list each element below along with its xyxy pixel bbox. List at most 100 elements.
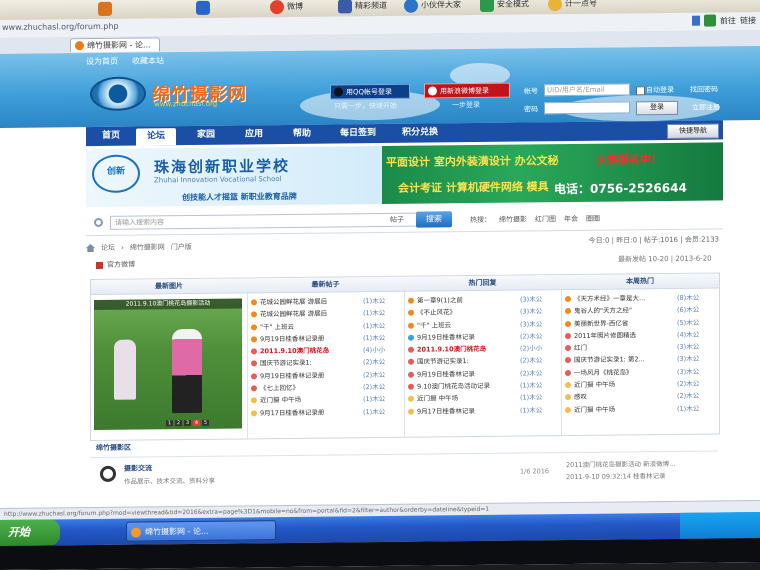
- list-item[interactable]: 国庆节游记实录1: (2)木公: [408, 355, 542, 368]
- post-author[interactable]: (8)木公: [677, 292, 699, 304]
- slide-dot[interactable]: 1: [166, 420, 173, 427]
- announcement[interactable]: 官方微博: [96, 260, 135, 270]
- toolbar-item[interactable]: 小伙伴大家: [404, 0, 461, 13]
- post-title[interactable]: 《天方术经》一章是大...: [574, 294, 645, 303]
- post-title[interactable]: 近门摄 中午场: [574, 405, 615, 413]
- list-item[interactable]: 《七上回忆》 (2)木公: [251, 382, 385, 395]
- post-author[interactable]: (2)木公: [520, 367, 542, 379]
- post-title[interactable]: 近门摄 中午场: [417, 395, 458, 403]
- post-author[interactable]: (2)木公: [363, 356, 385, 368]
- post-title[interactable]: 9月19日桂香林记录: [417, 370, 475, 379]
- nav-item-help[interactable]: 帮助: [282, 125, 322, 144]
- post-author[interactable]: (2)木公: [363, 369, 385, 381]
- post-author[interactable]: (1)木公: [363, 332, 385, 344]
- post-title[interactable]: 9月19日桂香林记录册: [260, 334, 324, 343]
- dropdown-icon[interactable]: [692, 15, 700, 26]
- username-input[interactable]: UID/用户名/Email: [544, 83, 630, 97]
- start-button[interactable]: 开始: [0, 519, 60, 546]
- breadcrumb-item[interactable]: 门户版: [171, 242, 192, 252]
- list-item[interactable]: 9月19日桂香林记录 (2)木公: [408, 368, 542, 381]
- toolbar-item[interactable]: [196, 0, 213, 15]
- quick-nav-button[interactable]: 快捷导航: [667, 123, 719, 140]
- slide-dot[interactable]: 5: [202, 419, 209, 426]
- post-author[interactable]: (2)木公: [520, 330, 542, 342]
- course-banner[interactable]: 平面设计 室内外装潢设计 办公文秘 会计考证 计算机硬件网络 模具 火热报名中！…: [382, 142, 723, 204]
- post-title[interactable]: 9月17日桂香林记录册: [260, 408, 324, 417]
- post-title[interactable]: 感叹: [574, 393, 587, 401]
- list-item[interactable]: "千" 上班云 (1)木公: [251, 320, 385, 333]
- list-item[interactable]: 一场风月《桃花岛》 (3)木公: [565, 366, 699, 379]
- tab-current[interactable]: 绵竹摄影网 - 论...: [70, 37, 160, 53]
- list-item[interactable]: 感叹 (2)木公: [565, 391, 699, 404]
- list-item[interactable]: 2011.9.10澳门桃花岛 (4)小小: [251, 345, 385, 358]
- list-item[interactable]: 9月17日桂香林记录册 (1)木公: [251, 406, 385, 419]
- toolbar-item[interactable]: 安全模式: [480, 0, 529, 12]
- post-author[interactable]: (1)木公: [363, 320, 385, 332]
- list-item[interactable]: 美丽新世界-西亿省 (5)木公: [565, 317, 699, 330]
- post-author[interactable]: (1)木公: [677, 402, 699, 414]
- add-favorite-link[interactable]: 收藏本站: [132, 55, 164, 66]
- post-title[interactable]: 红门: [574, 344, 587, 352]
- post-title[interactable]: 9月19日桂香林记录: [417, 333, 475, 342]
- post-title[interactable]: 近门摄 中午场: [574, 381, 615, 389]
- breadcrumb-item[interactable]: 绵竹摄影网: [130, 242, 165, 252]
- auto-login-checkbox[interactable]: [636, 86, 645, 96]
- list-item[interactable]: 花城公园鲜花展 游展后 (1)木公: [251, 296, 385, 309]
- taskbar-window[interactable]: 绵竹摄影网 - 论...: [126, 520, 276, 542]
- nav-item-home[interactable]: 首页: [94, 127, 128, 146]
- site-logo[interactable]: 绵竹摄影网 www.zhuchasl.org: [90, 75, 247, 112]
- list-item[interactable]: 9月17日桂香林记录 (1)木公: [408, 405, 542, 418]
- post-author[interactable]: (1)木公: [363, 307, 385, 319]
- list-item[interactable]: 国庆节游记实录1: 第2... (3)木公: [565, 354, 699, 367]
- post-title[interactable]: 9月19日桂香林记录册: [260, 371, 324, 380]
- post-author[interactable]: (4)木公: [677, 329, 699, 341]
- list-item[interactable]: 近门摄 中午场 (2)木公: [565, 378, 699, 391]
- post-title[interactable]: 2011.9.10澳门桃花岛: [260, 347, 329, 356]
- section-title[interactable]: 绵竹摄影区: [96, 443, 131, 453]
- go-icon[interactable]: [704, 14, 716, 27]
- post-title[interactable]: 国庆节游记实录1:: [260, 359, 312, 368]
- list-item[interactable]: "千" 上班云 (3)木公: [408, 318, 542, 331]
- nav-item-points[interactable]: 积分兑换: [394, 123, 446, 143]
- post-title[interactable]: 国庆节游记实录1:: [417, 358, 469, 367]
- weibo-login-button[interactable]: 用新浪微博登录: [424, 82, 510, 99]
- post-title[interactable]: 国庆节游记实录1: 第2...: [574, 356, 645, 365]
- post-title[interactable]: 《不止风花》: [417, 309, 456, 317]
- post-title[interactable]: "千" 上班云: [260, 323, 294, 331]
- post-author[interactable]: (3)木公: [520, 306, 542, 318]
- post-author[interactable]: (4)小小: [363, 344, 385, 356]
- list-item[interactable]: 《天方术经》一章是大... (8)木公: [565, 292, 699, 305]
- qq-login-button[interactable]: 用QQ帐号登录: [330, 83, 410, 100]
- list-item[interactable]: 9月19日桂香林记录 (2)木公: [408, 331, 542, 344]
- post-title[interactable]: 近门摄 中午场: [260, 396, 301, 404]
- post-title[interactable]: 9月17日桂香林记录: [417, 407, 475, 416]
- post-author[interactable]: (3)木公: [677, 353, 699, 365]
- forgot-password-link[interactable]: 找回密码: [690, 84, 718, 94]
- post-author[interactable]: (3)木公: [677, 341, 699, 353]
- post-title[interactable]: 花城公园鲜花展 游展后: [260, 310, 327, 319]
- breadcrumb-item[interactable]: 论坛: [101, 243, 115, 253]
- nav-item-apps[interactable]: 应用: [234, 125, 274, 144]
- list-item[interactable]: 花城公园鲜花展 游展后 (1)木公: [251, 308, 385, 321]
- go-button[interactable]: 前往: [720, 15, 736, 26]
- post-author[interactable]: (6)木公: [677, 304, 699, 316]
- school-banner[interactable]: 创新 珠海创新职业学校 Zhuhai Innovation Vocational…: [86, 145, 382, 208]
- list-item[interactable]: 国庆节游记实录1: (2)木公: [251, 357, 385, 370]
- links-button[interactable]: 链接: [740, 15, 756, 26]
- list-item[interactable]: 9月19日桂香林记录册 (2)木公: [251, 369, 385, 382]
- post-title[interactable]: 《七上回忆》: [260, 384, 299, 392]
- hot-word[interactable]: 年会: [564, 214, 578, 224]
- post-author[interactable]: (1)木公: [520, 392, 542, 404]
- post-title[interactable]: "千" 上班云: [417, 321, 451, 329]
- list-item[interactable]: 第一章9(1)之前 (3)木公: [408, 294, 542, 307]
- post-title[interactable]: 2011年照片修图精选: [574, 331, 636, 340]
- post-author[interactable]: (1)木公: [520, 404, 542, 416]
- post-title[interactable]: 花城公园鲜花展 游展后: [260, 298, 327, 307]
- post-author[interactable]: (1)木公: [363, 393, 385, 405]
- post-author[interactable]: (1)木公: [520, 379, 542, 391]
- url-input[interactable]: www.zhuchasl.org/forum.php: [2, 22, 119, 32]
- post-author[interactable]: (3)木公: [520, 318, 542, 330]
- post-title[interactable]: 美丽新世界-西亿省: [574, 319, 628, 328]
- list-item[interactable]: 近门摄 中午场 (1)木公: [251, 394, 385, 407]
- toolbar-item[interactable]: 微博: [270, 0, 303, 14]
